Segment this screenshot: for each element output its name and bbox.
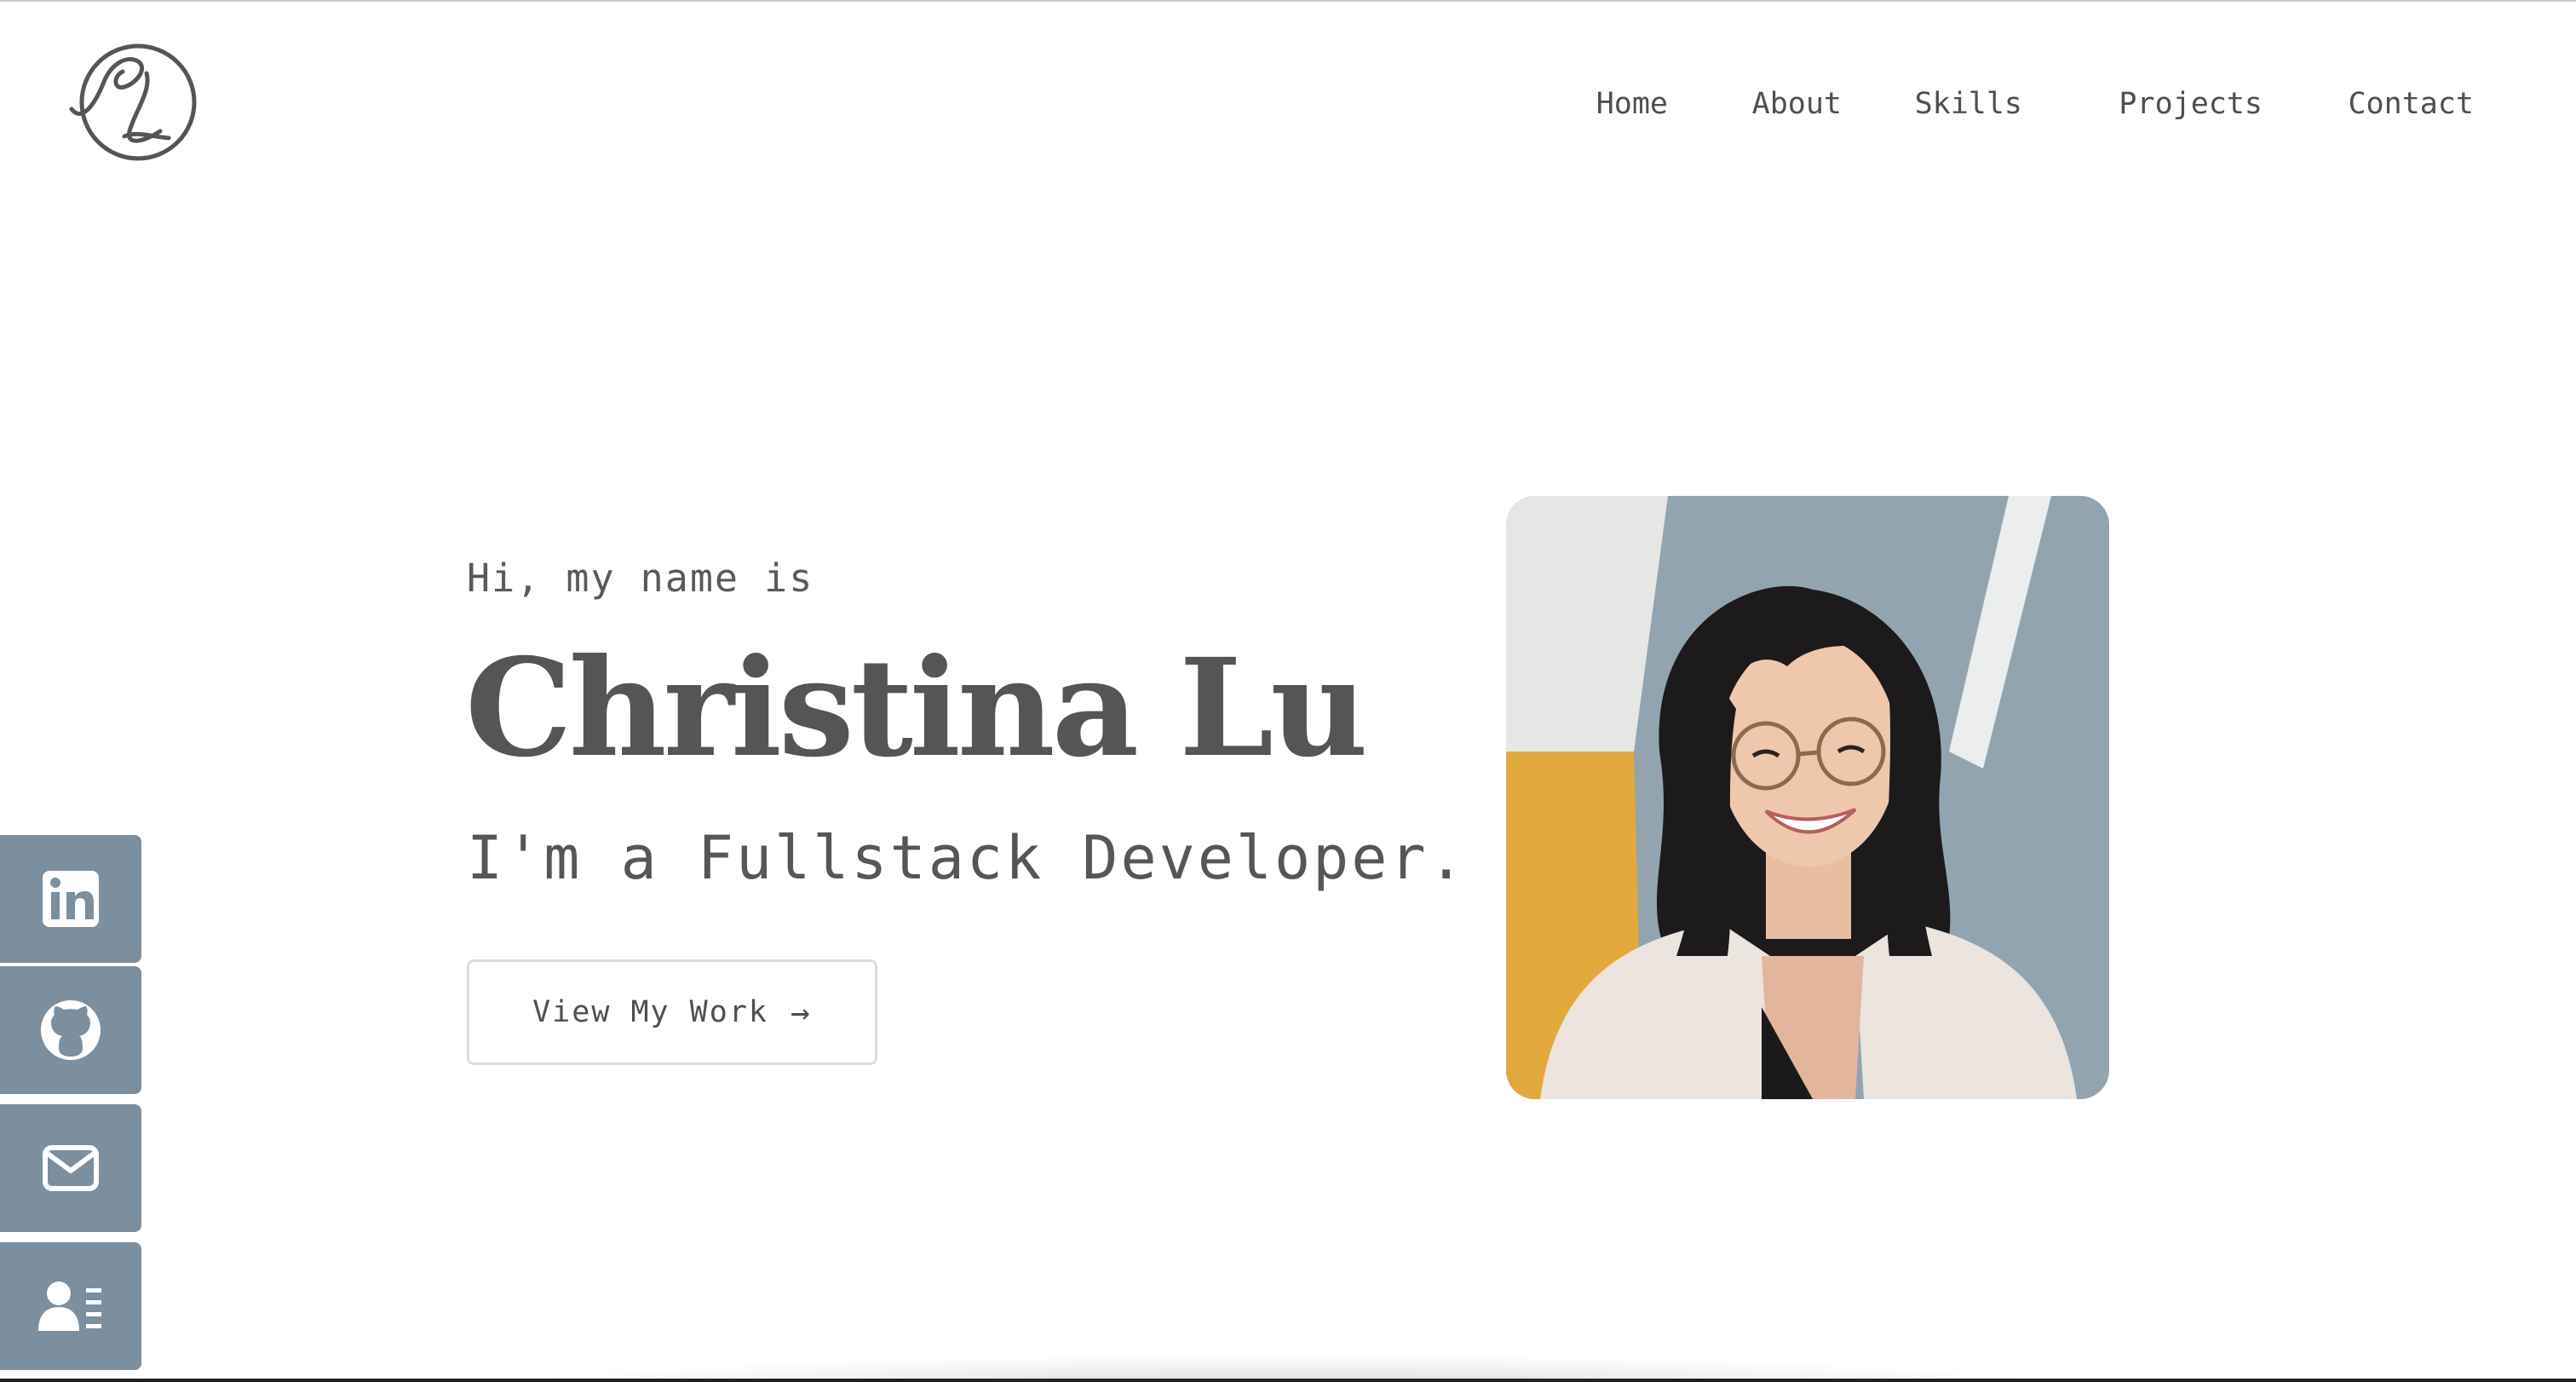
cta-label: View My Work: [532, 995, 768, 1029]
resume-icon: [38, 1281, 101, 1331]
nav-projects[interactable]: Projects: [2119, 78, 2263, 130]
profile-photo: [1506, 496, 2109, 1099]
hero-tagline: I'm a Fullstack Developer.: [467, 823, 1467, 893]
bottom-border: [0, 1379, 2576, 1382]
nav-skills[interactable]: Skills: [1915, 78, 2022, 130]
nav-contact[interactable]: Contact: [2348, 78, 2474, 130]
nav-home[interactable]: Home: [1596, 78, 1668, 130]
hero-greeting: Hi, my name is: [467, 556, 814, 601]
top-border: [0, 0, 2576, 2]
resume-link[interactable]: [0, 1242, 141, 1370]
mail-icon: [43, 1145, 99, 1191]
portrait-illustration: [1506, 496, 2109, 1099]
github-link[interactable]: [0, 966, 141, 1094]
email-link[interactable]: [0, 1104, 141, 1232]
logo-icon[interactable]: [65, 43, 199, 165]
view-my-work-button[interactable]: View My Work →: [467, 959, 877, 1065]
arrow-right-icon: →: [790, 993, 812, 1031]
linkedin-link[interactable]: [0, 835, 141, 963]
hero-name: Christina Lu: [465, 630, 1368, 787]
nav-about[interactable]: About: [1752, 78, 1842, 130]
linkedin-icon: [43, 871, 99, 927]
github-icon: [41, 1000, 101, 1060]
